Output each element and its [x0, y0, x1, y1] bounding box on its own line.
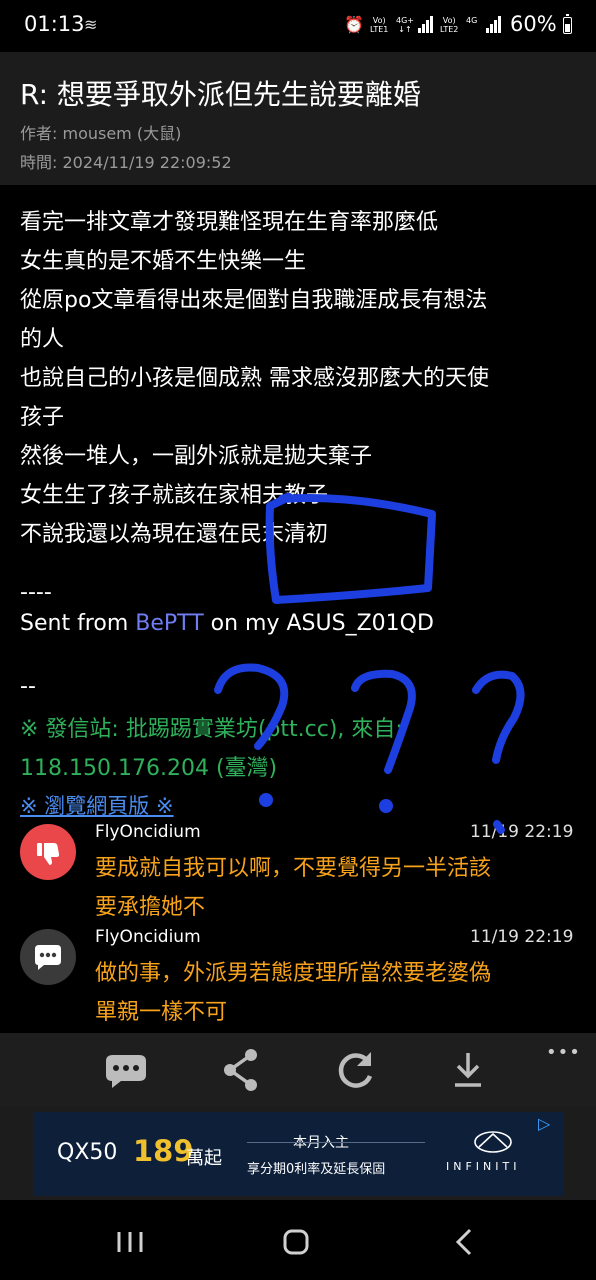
sent-from-line: Sent from BePTT on my ASUS_Z01QD — [20, 611, 434, 636]
bottom-toolbar — [0, 1033, 596, 1107]
ad-divider — [247, 1142, 425, 1143]
boo-badge — [20, 824, 76, 880]
recent-apps-icon — [117, 1232, 143, 1252]
comment-time: 11/19 22:19 — [470, 822, 574, 842]
comment-text: 做的事，外派男若態度理所當然要老婆偽 — [95, 961, 492, 986]
ad-subline: 享分期0利率及延長保固 — [247, 1162, 386, 1177]
signal-bars-1-icon — [418, 15, 434, 33]
comment-icon — [106, 1055, 146, 1088]
ad-price: 189 — [133, 1134, 194, 1168]
body-line: 孩子 — [20, 405, 65, 430]
ad-model: QX50 — [57, 1140, 118, 1165]
hand-drawn-box — [265, 492, 436, 604]
web-version-link[interactable]: ※ 瀏覽網頁版 ※ — [20, 790, 174, 820]
source-line: ※ 發信站: 批踢踢實業坊(ptt.cc), 來自: — [20, 717, 403, 742]
body-line: 女生生了孩子就該在家相夫教子 — [20, 483, 329, 508]
ad-brand: INFINITI — [446, 1160, 521, 1173]
home-button[interactable] — [251, 1200, 341, 1280]
body-line: 看完一排文章才發現難怪現在生育率那麼低 — [20, 210, 439, 235]
infiniti-logo-icon — [474, 1131, 512, 1153]
alarm-icon: ⏰ — [344, 15, 364, 34]
comment-text: 要成就自我可以啊，不要覺得另一半活該 — [95, 856, 492, 881]
comment-button[interactable] — [91, 1033, 161, 1107]
source-ip-line: 118.150.176.204 (臺灣) — [20, 756, 278, 781]
footer-separator: -- — [20, 674, 36, 699]
signal-bars-2-icon — [486, 15, 502, 33]
body-line: 從原po文章看得出來是個對自我職涯成長有想法 — [20, 288, 488, 313]
back-button[interactable] — [418, 1200, 508, 1280]
ad-price-unit: 萬起 — [186, 1148, 222, 1169]
system-nav-bar — [0, 1200, 596, 1280]
thumbs-down-icon — [37, 843, 60, 865]
battery-percent: 60% — [510, 12, 557, 36]
more-options-button[interactable]: ••• — [546, 1042, 581, 1063]
comment-text: 要承擔她不 — [95, 895, 206, 920]
status-time: 01:13 — [24, 12, 85, 36]
sim1-volte-indicator: Vo) LTE1 — [370, 16, 389, 34]
body-line: 也說自己的小孩是個成熟 需求感沒那麼大的天使 — [20, 366, 489, 391]
wifi-calling-icon: ≋ — [84, 15, 98, 34]
question-mark-3 — [472, 670, 525, 764]
article-header: R: 想要爭取外派但先生說要離婚 作者: mousem (大鼠) 時間: 202… — [0, 52, 596, 185]
body-line: 女生真的是不婚不生快樂一生 — [20, 249, 307, 274]
status-bar: 01:13 ≋ ⏰ Vo) LTE1 4G+ ↓↑ Vo) LTE2 4G 60% — [0, 0, 596, 52]
home-icon — [283, 1229, 309, 1255]
share-icon — [224, 1049, 257, 1091]
comment-text: 單親一樣不可 — [95, 1000, 228, 1025]
signature-separator: ---- — [20, 580, 52, 605]
ad-choices-icon[interactable]: ▷ — [538, 1114, 550, 1133]
article-title: R: 想要爭取外派但先生說要離婚 — [20, 78, 421, 111]
beptt-link[interactable]: BePTT — [135, 611, 203, 636]
arrow-badge — [20, 929, 76, 985]
sim1-network-indicator: 4G+ ↓↑ — [396, 16, 414, 34]
body-line: 的人 — [20, 327, 65, 352]
article-time: 時間: 2024/11/19 22:09:52 — [20, 153, 232, 172]
comment-user[interactable]: FlyOncidium — [95, 927, 201, 947]
back-icon — [455, 1228, 472, 1256]
battery-icon — [563, 14, 572, 34]
ad-banner[interactable]: QX50 189 萬起 本月入主 享分期0利率及延長保固 INFINITI ▷ — [33, 1112, 563, 1196]
recent-apps-button[interactable] — [85, 1200, 175, 1280]
body-line: 然後一堆人，一副外派就是拋夫棄子 — [20, 444, 373, 469]
comment-time: 11/19 22:19 — [470, 927, 574, 947]
download-icon — [455, 1053, 481, 1087]
body-line: 不說我還以為現在還在民末清初 — [20, 522, 329, 547]
refresh-button[interactable] — [321, 1033, 391, 1107]
share-button[interactable] — [206, 1033, 276, 1107]
sim2-network-indicator: 4G — [466, 16, 478, 25]
sim2-volte-indicator: Vo) LTE2 — [440, 16, 459, 34]
comment-user[interactable]: FlyOncidium — [95, 822, 201, 842]
article-author: 作者: mousem (大鼠) — [20, 124, 182, 143]
chat-bubble-icon — [35, 945, 61, 970]
download-button[interactable] — [433, 1033, 503, 1107]
refresh-icon — [338, 1052, 373, 1088]
